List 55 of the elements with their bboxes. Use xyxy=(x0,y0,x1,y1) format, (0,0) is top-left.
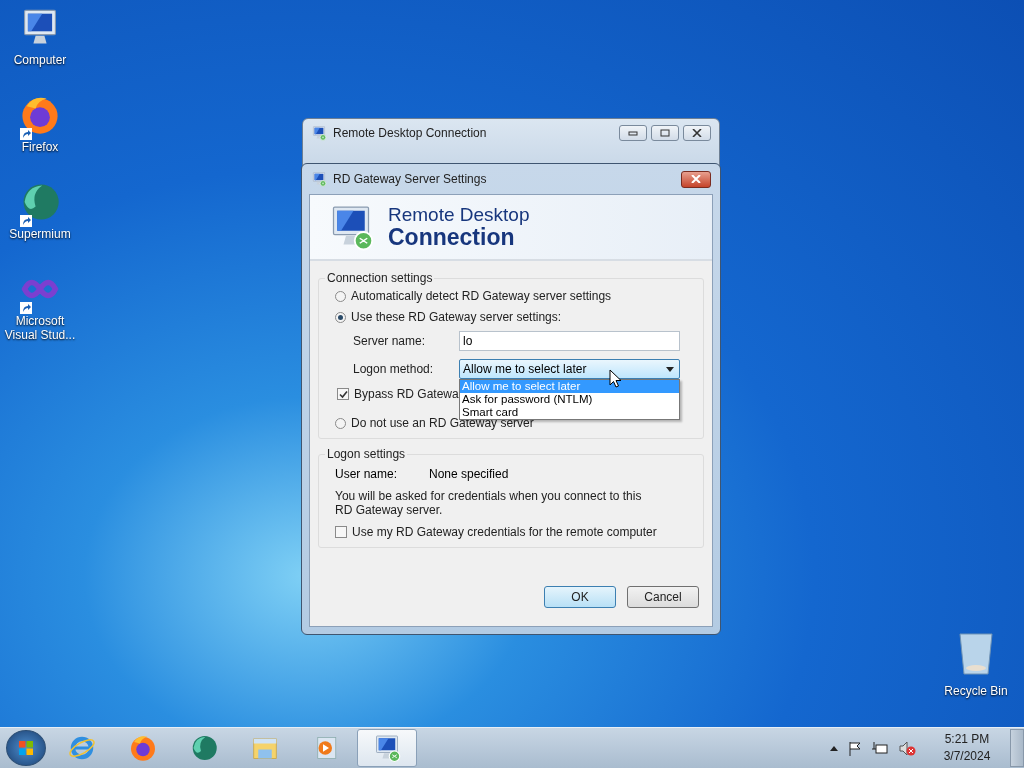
banner-title: Connection xyxy=(388,225,515,250)
show-hidden-icons-icon[interactable] xyxy=(830,745,838,751)
radio-button[interactable] xyxy=(335,417,346,429)
speaker-muted-icon[interactable] xyxy=(898,740,916,756)
dropdown-option[interactable]: Ask for password (NTLM) xyxy=(460,393,679,406)
firefox-icon xyxy=(128,733,158,763)
logon-method-dropdown[interactable]: Allow me to select later xyxy=(459,359,680,379)
desktop-icon-label[interactable]: Recycle Bin xyxy=(944,684,1008,698)
group-legend: Connection settings xyxy=(325,271,435,285)
field-label: Server name: xyxy=(352,334,427,348)
server-name-field[interactable]: lo xyxy=(459,331,680,351)
window-title: Remote Desktop Connection xyxy=(333,126,488,140)
field-label: User name: xyxy=(335,467,399,481)
ok-button[interactable]: OK xyxy=(544,586,616,608)
flag-icon[interactable] xyxy=(848,740,862,756)
start-button[interactable] xyxy=(6,730,46,766)
checkbox-label: Bypass RD Gatewa xyxy=(354,387,459,401)
desktop-icon-label[interactable]: Supermium xyxy=(9,227,71,241)
radio-label: Do not use an RD Gateway server xyxy=(351,416,534,430)
dropdown-caret-icon xyxy=(666,366,674,372)
windows-logo-icon xyxy=(18,740,34,756)
desktop-icon-label[interactable]: Computer xyxy=(13,53,67,67)
clock[interactable]: 5:21 PM 3/7/2024 xyxy=(934,731,1000,765)
checkbox-label: Use my RD Gateway credentials for the remote computer xyxy=(352,525,657,539)
window-title: RD Gateway Server Settings xyxy=(333,172,488,186)
user-name-value: None specified xyxy=(429,467,509,481)
minimize-button[interactable] xyxy=(619,125,647,141)
field-label: Logon method: xyxy=(352,362,435,376)
clock-time: 5:21 PM xyxy=(944,731,990,748)
radio-button[interactable] xyxy=(335,290,346,302)
radio-label: Automatically detect RD Gateway server settings xyxy=(351,289,612,303)
banner-title: Remote Desktop xyxy=(388,204,530,225)
close-icon xyxy=(692,129,702,137)
close-button[interactable] xyxy=(683,125,711,141)
remote-desktop-icon xyxy=(311,171,327,187)
taskbar-button[interactable] xyxy=(357,729,417,767)
desktop-icon-label[interactable]: Microsoft Visual Stud... xyxy=(1,314,79,342)
desktop-icon-label[interactable]: Firefox xyxy=(21,140,59,154)
radio-label: Use these RD Gateway server settings: xyxy=(351,310,562,324)
radio-button[interactable] xyxy=(335,311,346,323)
checkmark-icon xyxy=(338,389,348,399)
checkbox[interactable] xyxy=(335,526,347,538)
clock-date: 3/7/2024 xyxy=(943,748,991,765)
credentials-note: You will be asked for credentials when you connect to this RD Gateway server. xyxy=(335,489,643,517)
close-icon xyxy=(691,175,701,183)
network-icon[interactable] xyxy=(872,740,888,756)
checkbox[interactable] xyxy=(337,388,349,400)
minimize-icon xyxy=(628,130,638,136)
remote-desktop-icon xyxy=(311,125,327,141)
group-legend: Logon settings xyxy=(325,447,408,461)
maximize-icon xyxy=(660,129,670,137)
close-button[interactable] xyxy=(681,170,711,188)
cancel-button[interactable]: Cancel xyxy=(627,586,699,608)
recycle-bin-icon xyxy=(956,630,996,676)
dropdown-option[interactable]: Smart card xyxy=(460,406,679,419)
